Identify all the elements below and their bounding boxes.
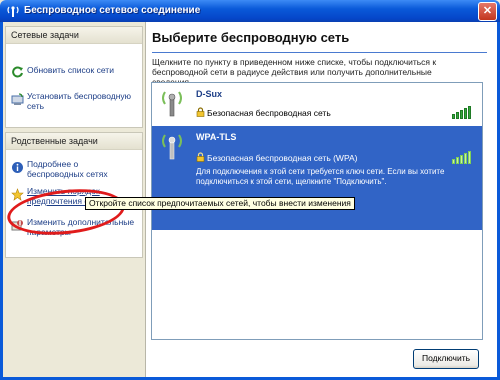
- info-icon: [12, 162, 23, 173]
- wireless-network-list[interactable]: D-Sux Безопасная беспроводная сеть WPA-T…: [151, 82, 483, 340]
- wireless-connection-icon: [7, 6, 19, 17]
- close-button[interactable]: ✕: [478, 2, 497, 21]
- network-tasks-header: Сетевые задачи: [6, 27, 142, 44]
- network-name: D-Sux: [196, 89, 223, 99]
- wireless-antenna-icon: [162, 134, 182, 160]
- wireless-antenna-icon: [162, 91, 182, 117]
- network-security: Безопасная беспроводная сеть (WPA): [207, 153, 358, 163]
- heading-divider: [152, 52, 487, 53]
- page-title: Выберите беспроводную сеть: [152, 30, 350, 45]
- refresh-network-list-link[interactable]: Обновить список сети: [6, 63, 140, 78]
- connect-button[interactable]: Подключить: [413, 349, 479, 369]
- setup-wireless-icon: [11, 93, 24, 105]
- signal-strength-icon: [452, 105, 476, 119]
- star-icon: [11, 188, 24, 201]
- network-tasks-panel: Сетевые задачи Обновить список сети Уста…: [5, 26, 143, 128]
- learn-wireless-networks-label: Подробнее о беспроводных сетях: [27, 159, 108, 179]
- setup-wireless-network-label: Установить беспроводную сеть: [27, 91, 132, 111]
- lock-icon: [196, 107, 205, 117]
- setup-wireless-network-link[interactable]: Установить беспроводную сеть: [6, 91, 140, 115]
- refresh-icon: [12, 66, 23, 78]
- network-name: WPA-TLS: [196, 132, 237, 142]
- learn-wireless-networks-link[interactable]: Подробнее о беспроводных сетях: [6, 159, 140, 181]
- network-item-d-sux[interactable]: D-Sux Безопасная беспроводная сеть: [152, 83, 482, 126]
- network-key-note: Для подключения к этой сети требуется кл…: [196, 167, 445, 186]
- tooltip: Откройте список предпочитаемых сетей, чт…: [85, 197, 355, 210]
- lock-icon: [196, 152, 205, 162]
- signal-strength-icon: [452, 150, 476, 164]
- window-titlebar[interactable]: Беспроводное сетевое соединение ✕: [0, 0, 500, 22]
- network-security: Безопасная беспроводная сеть: [207, 108, 331, 118]
- window-title: Беспроводное сетевое соединение: [24, 5, 201, 16]
- refresh-network-list-label: Обновить список сети: [27, 65, 114, 75]
- related-tasks-header: Родственные задачи: [6, 133, 142, 150]
- network-item-wpa-tls[interactable]: WPA-TLS Безопасная беспроводная сеть (WP…: [152, 126, 482, 230]
